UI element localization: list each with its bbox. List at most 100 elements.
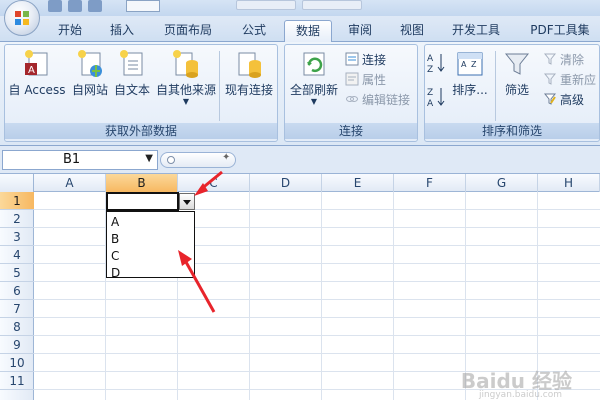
slider-knob[interactable]: [167, 156, 175, 164]
group-label-get-external-data: 获取外部数据: [5, 123, 277, 139]
quick-access-toolbar: [48, 0, 102, 14]
column-header[interactable]: E: [322, 174, 394, 192]
group-sort-filter: AZ ZA AZ 排序... 筛选 清除 重新应 高级 排序和筛选: [424, 44, 600, 142]
existing-connections-label: 现有连接: [224, 83, 273, 97]
refresh-icon: [300, 49, 328, 79]
name-box-value: B1: [63, 152, 81, 167]
svg-text:A: A: [28, 65, 35, 76]
office-logo-icon: [15, 11, 29, 25]
text-file-icon: [118, 49, 146, 79]
tab-insert[interactable]: 插入: [100, 20, 144, 42]
connections-label: 连接: [362, 53, 387, 67]
window-tabs: [236, 0, 362, 12]
sort-za-button[interactable]: ZA: [427, 85, 447, 112]
tab-data[interactable]: 数据: [284, 20, 332, 42]
connections-button[interactable]: 连接: [345, 51, 386, 69]
title-bar: [0, 0, 600, 16]
from-other-sources-button[interactable]: 自其他来源 ▼: [155, 49, 217, 106]
column-header[interactable]: H: [538, 174, 600, 192]
filter-button[interactable]: 筛选: [499, 49, 535, 98]
reapply-icon: [543, 72, 557, 86]
from-access-button[interactable]: A 自 Access: [7, 49, 67, 98]
from-web-label: 自网站: [71, 83, 108, 97]
sort-ascending-icon: AZ: [427, 54, 445, 75]
sort-dialog-icon: AZ: [456, 49, 484, 79]
select-all-corner[interactable]: [0, 174, 34, 192]
sort-button[interactable]: AZ 排序...: [451, 49, 489, 98]
dropdown-option[interactable]: D: [111, 265, 120, 281]
row-header[interactable]: 2: [0, 210, 34, 228]
row-header[interactable]: 3: [0, 228, 34, 246]
tab-page-layout[interactable]: 页面布局: [156, 20, 220, 42]
advanced-button[interactable]: 高级: [543, 91, 584, 109]
database-icon: [172, 49, 200, 79]
column-header[interactable]: G: [466, 174, 538, 192]
undo-icon[interactable]: [68, 0, 82, 12]
svg-text:A: A: [427, 99, 434, 109]
properties-label: 属性: [362, 73, 387, 87]
refresh-all-button[interactable]: 全部刷新 ▼: [287, 49, 341, 106]
clear-label: 清除: [560, 53, 585, 67]
tab-view[interactable]: 视图: [390, 20, 434, 42]
window-tab[interactable]: [302, 0, 362, 10]
clear-button[interactable]: 清除: [543, 51, 584, 69]
active-cell-b1[interactable]: [106, 192, 179, 211]
column-header[interactable]: A: [34, 174, 106, 192]
from-text-button[interactable]: 自文本: [111, 49, 153, 98]
dropdown-option[interactable]: A: [111, 214, 119, 230]
advanced-filter-icon: [543, 92, 557, 106]
sort-label: 排序...: [452, 83, 488, 97]
name-box[interactable]: B1 ▼: [2, 150, 158, 170]
preview-icon[interactable]: [126, 0, 160, 12]
group-divider: [495, 51, 496, 121]
watermark-url: jingyan.baidu.com: [478, 390, 562, 400]
row-header[interactable]: 5: [0, 264, 34, 282]
validation-dropdown-button[interactable]: [179, 193, 195, 210]
edit-links-button[interactable]: 编辑链接: [345, 91, 410, 109]
row-header[interactable]: 11: [0, 372, 34, 390]
link-icon: [345, 92, 359, 106]
from-other-sources-label: 自其他来源: [155, 83, 216, 97]
row-header[interactable]: 4: [0, 246, 34, 264]
properties-button[interactable]: 属性: [345, 71, 386, 89]
row-header[interactable]: 6: [0, 282, 34, 300]
tab-review[interactable]: 审阅: [338, 20, 382, 42]
row-header-selected[interactable]: 1: [0, 192, 34, 210]
row-headers: 1 2 3 4 5 6 7 8 9 10 11: [0, 192, 34, 400]
tab-formulas[interactable]: 公式: [232, 20, 276, 42]
tab-home[interactable]: 开始: [48, 20, 92, 42]
reapply-label: 重新应: [560, 73, 597, 87]
formula-bar: B1 ▼ ✦: [0, 146, 600, 174]
column-header[interactable]: D: [250, 174, 322, 192]
svg-text:Z: Z: [427, 65, 433, 75]
access-icon: A: [23, 49, 51, 79]
column-header-selected[interactable]: B: [106, 174, 178, 192]
column-header[interactable]: C: [178, 174, 250, 192]
web-icon: [76, 49, 104, 79]
redo-icon[interactable]: [88, 0, 102, 12]
row-header[interactable]: 7: [0, 300, 34, 318]
save-icon[interactable]: [48, 0, 62, 12]
tab-developer[interactable]: 开发工具: [442, 20, 510, 42]
row-header[interactable]: 10: [0, 354, 34, 372]
chevron-down-icon: [183, 200, 191, 205]
from-web-button[interactable]: 自网站: [69, 49, 111, 98]
dropdown-option[interactable]: B: [111, 231, 119, 247]
sort-az-button[interactable]: AZ: [427, 51, 447, 78]
ribbon: A 自 Access 自网站 自文本 自其他来源 ▼ 现有连接 获取外部数据 全…: [0, 42, 600, 146]
row-header[interactable]: 9: [0, 336, 34, 354]
chevron-down-icon: ▼: [182, 97, 190, 106]
row-header[interactable]: 8: [0, 318, 34, 336]
group-connections: 全部刷新 ▼ 连接 属性 编辑链接 连接: [284, 44, 418, 142]
column-header[interactable]: F: [394, 174, 466, 192]
clear-filter-icon: [543, 52, 557, 66]
reapply-button[interactable]: 重新应: [543, 71, 596, 89]
dropdown-option[interactable]: C: [111, 248, 119, 264]
office-button[interactable]: [4, 0, 40, 36]
existing-connections-button[interactable]: 现有连接: [223, 49, 275, 98]
chevron-down-icon[interactable]: ▼: [145, 153, 153, 164]
advanced-label: 高级: [560, 93, 585, 107]
tab-pdf-tools[interactable]: PDF工具集: [522, 20, 598, 42]
validation-dropdown-list: A B C D: [106, 211, 195, 281]
window-tab[interactable]: [236, 0, 296, 10]
